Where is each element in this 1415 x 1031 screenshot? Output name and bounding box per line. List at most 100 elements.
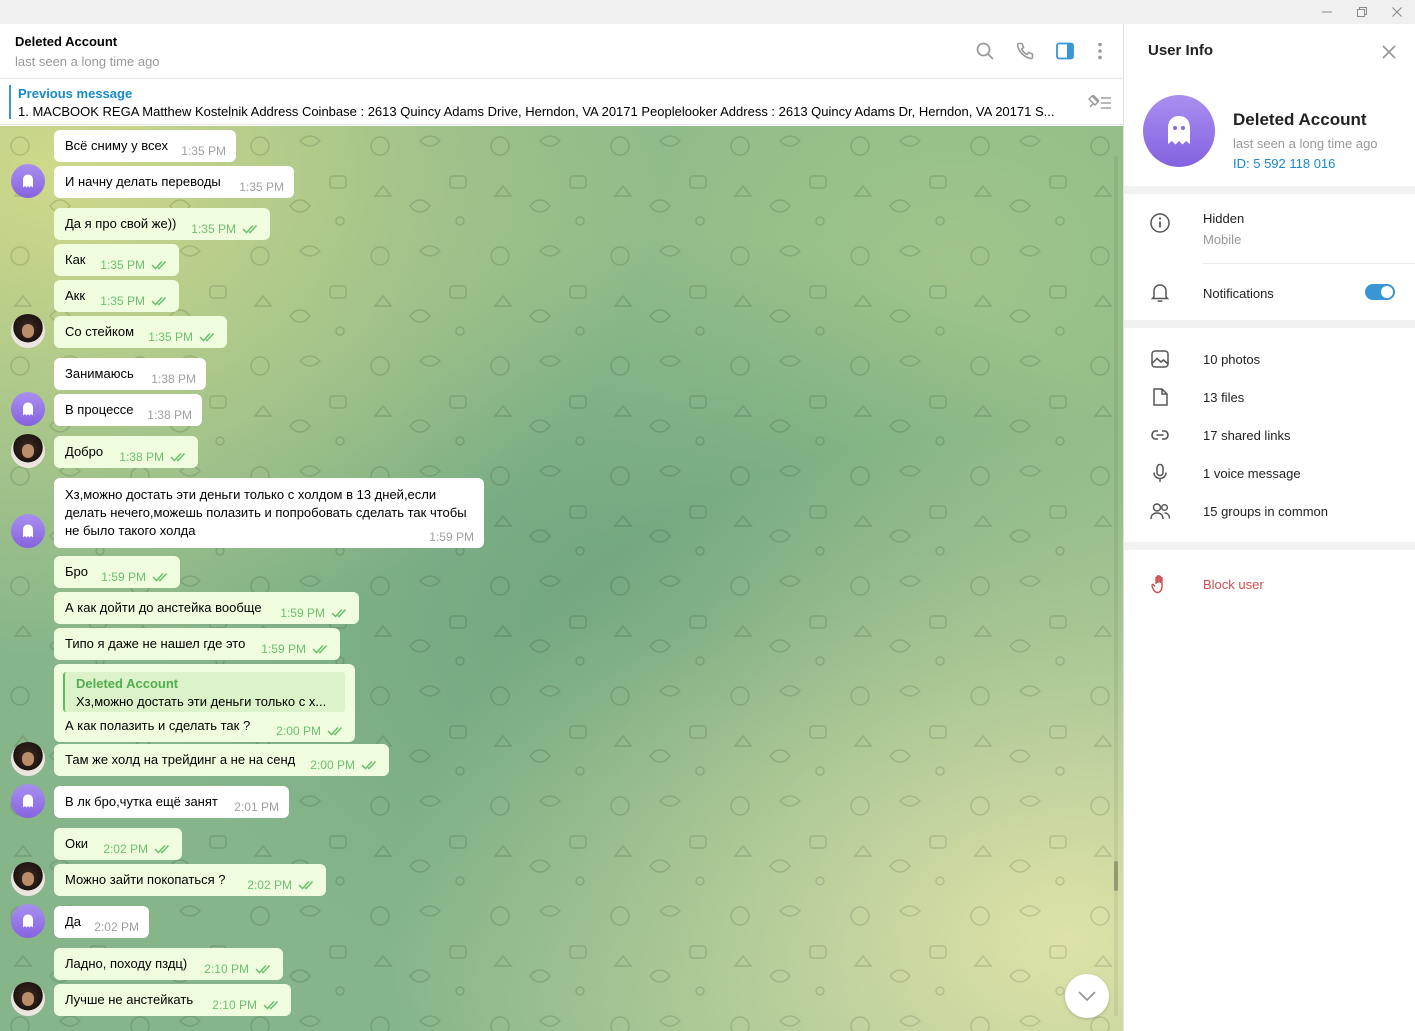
pinned-message-bar[interactable]: Previous message 1. MACBOOK REGA Matthew…	[0, 79, 1123, 125]
double-check-icon	[152, 572, 168, 582]
message-text: Акк	[65, 288, 86, 303]
message-time: 2:01 PM	[234, 800, 279, 814]
reply-quote[interactable]: Deleted Account Хз,можно достать эти день…	[63, 672, 345, 712]
minimize-icon[interactable]	[1309, 0, 1345, 24]
search-icon[interactable]	[973, 39, 997, 63]
info-icon	[1148, 211, 1172, 235]
sender-avatar-self[interactable]	[11, 314, 45, 348]
sender-avatar-deleted[interactable]	[11, 904, 45, 938]
profile-id[interactable]: ID: 5 592 118 016	[1233, 156, 1335, 171]
media-photos[interactable]: 10 photos	[1203, 352, 1260, 367]
message-time: 2:00 PM	[310, 758, 355, 772]
message-meta: 1:59 PM	[261, 642, 330, 656]
media-groups[interactable]: 15 groups in common	[1203, 504, 1328, 519]
message-bubble[interactable]: Да 2:02 PM	[54, 906, 149, 938]
double-check-icon	[312, 644, 328, 654]
phone-call-icon[interactable]	[1013, 39, 1037, 63]
sender-avatar-deleted[interactable]	[11, 514, 45, 548]
pinned-title: Previous message	[18, 86, 133, 101]
media-voice[interactable]: 1 voice message	[1203, 466, 1301, 481]
message-bubble[interactable]: Оки 2:02 PM	[54, 828, 182, 860]
message-time: 1:59 PM	[101, 570, 146, 584]
double-check-icon	[327, 726, 343, 736]
message-meta: 2:01 PM	[234, 800, 279, 814]
ghost-icon	[23, 402, 33, 416]
close-icon[interactable]	[1379, 42, 1399, 62]
message-meta: 1:38 PM	[151, 372, 196, 386]
message-bubble[interactable]: Со стейком 1:35 PM	[54, 316, 227, 348]
media-files[interactable]: 13 files	[1203, 390, 1244, 405]
ghost-icon	[1168, 116, 1190, 145]
chat-scrollbar-thumb[interactable]	[1114, 861, 1118, 891]
message-text: Добро	[65, 444, 104, 459]
message-text: Да я про свой же))	[65, 216, 177, 231]
message-bubble[interactable]: Можно зайти покопаться ? 2:02 PM	[54, 864, 326, 896]
toggle-knob	[1381, 286, 1393, 298]
message-meta: 1:59 PM	[101, 570, 170, 584]
double-check-icon	[361, 760, 377, 770]
message-bubble[interactable]: А как дойти до анстейка вообще 1:59 PM	[54, 592, 359, 624]
message-bubble[interactable]: Да я про свой же)) 1:35 PM	[54, 208, 270, 240]
message-bubble[interactable]: Там же холд на трейдинг а не на сенд 2:00…	[54, 744, 389, 776]
message-bubble[interactable]: Добро 1:38 PM	[54, 436, 198, 468]
sender-avatar-self[interactable]	[11, 434, 45, 468]
ghost-icon	[23, 524, 33, 538]
message-time: 1:59 PM	[280, 606, 325, 620]
chat-messages-area[interactable]: Всё сниму у всех 1:35 PM И начну делать пе…	[0, 126, 1123, 1031]
sender-avatar-self[interactable]	[11, 742, 45, 776]
sender-avatar-deleted[interactable]	[11, 392, 45, 426]
message-time: 1:59 PM	[429, 530, 474, 544]
chevron-down-icon	[1078, 991, 1096, 1002]
notifications-label: Notifications	[1203, 286, 1274, 301]
message-meta: 2:00 PM	[310, 758, 379, 772]
ghost-icon	[23, 914, 33, 928]
message-bubble[interactable]: Ладно, походу пздц) 2:10 PM	[54, 948, 283, 980]
message-text: Хз,можно достать эти деньги только с хол…	[65, 487, 467, 538]
double-check-icon	[154, 844, 170, 854]
message-meta: 2:10 PM	[212, 998, 281, 1012]
sender-avatar-deleted[interactable]	[11, 164, 45, 198]
double-check-icon	[263, 1000, 279, 1010]
block-user-button[interactable]: Block user	[1203, 577, 1264, 592]
double-check-icon	[170, 452, 186, 462]
profile-avatar[interactable]	[1143, 95, 1215, 167]
pinned-list-icon[interactable]	[1085, 91, 1113, 113]
message-bubble[interactable]: Всё сниму у всех 1:35 PM	[54, 130, 236, 162]
message-bubble[interactable]: Типо я даже не нашел где это 1:59 PM	[54, 628, 340, 660]
message-bubble[interactable]: Занимаюсь 1:38 PM	[54, 358, 206, 390]
message-meta: 1:38 PM	[147, 408, 192, 422]
message-bubble[interactable]: Deleted Account Хз,можно достать эти день…	[54, 664, 355, 742]
section-separator	[1124, 320, 1415, 328]
scroll-to-bottom-button[interactable]	[1065, 974, 1109, 1018]
message-bubble[interactable]: Акк 1:35 PM	[54, 280, 179, 312]
sender-avatar-self[interactable]	[11, 862, 45, 896]
message-meta: 1:35 PM	[181, 144, 226, 158]
message-time: 1:35 PM	[100, 294, 145, 308]
message-meta: 2:02 PM	[103, 842, 172, 856]
media-links[interactable]: 17 shared links	[1203, 428, 1290, 443]
notifications-toggle[interactable]	[1365, 284, 1395, 300]
chat-title[interactable]: Deleted Account	[15, 34, 117, 49]
double-check-icon	[151, 296, 167, 306]
window-close-icon[interactable]	[1379, 0, 1415, 24]
restore-icon[interactable]	[1344, 0, 1380, 24]
window-titlebar	[0, 0, 1415, 24]
message-bubble[interactable]: Лучше не анстейкать 2:10 PM	[54, 984, 291, 1016]
message-text: Бро	[65, 564, 88, 579]
message-bubble[interactable]: Хз,можно достать эти деньги только с хол…	[54, 478, 484, 548]
sidebar-toggle-icon[interactable]	[1053, 39, 1077, 63]
message-bubble[interactable]: И начну делать переводы 1:35 PM	[54, 166, 294, 198]
more-menu-icon[interactable]	[1088, 39, 1112, 63]
chat-status: last seen a long time ago	[15, 54, 160, 69]
sender-avatar-deleted[interactable]	[11, 784, 45, 818]
message-time: 1:38 PM	[147, 408, 192, 422]
avatar-face	[22, 752, 34, 766]
message-bubble[interactable]: В лк бро,чутка ещё занят 2:01 PM	[54, 786, 289, 818]
phone-value[interactable]: Hidden	[1203, 211, 1244, 226]
phone-type: Mobile	[1203, 232, 1242, 247]
sender-avatar-self[interactable]	[11, 982, 45, 1016]
message-bubble[interactable]: Как 1:35 PM	[54, 244, 179, 276]
message-bubble[interactable]: В процессе 1:38 PM	[54, 394, 202, 426]
message-meta: 1:35 PM	[100, 258, 169, 272]
message-bubble[interactable]: Бро 1:59 PM	[54, 556, 180, 588]
